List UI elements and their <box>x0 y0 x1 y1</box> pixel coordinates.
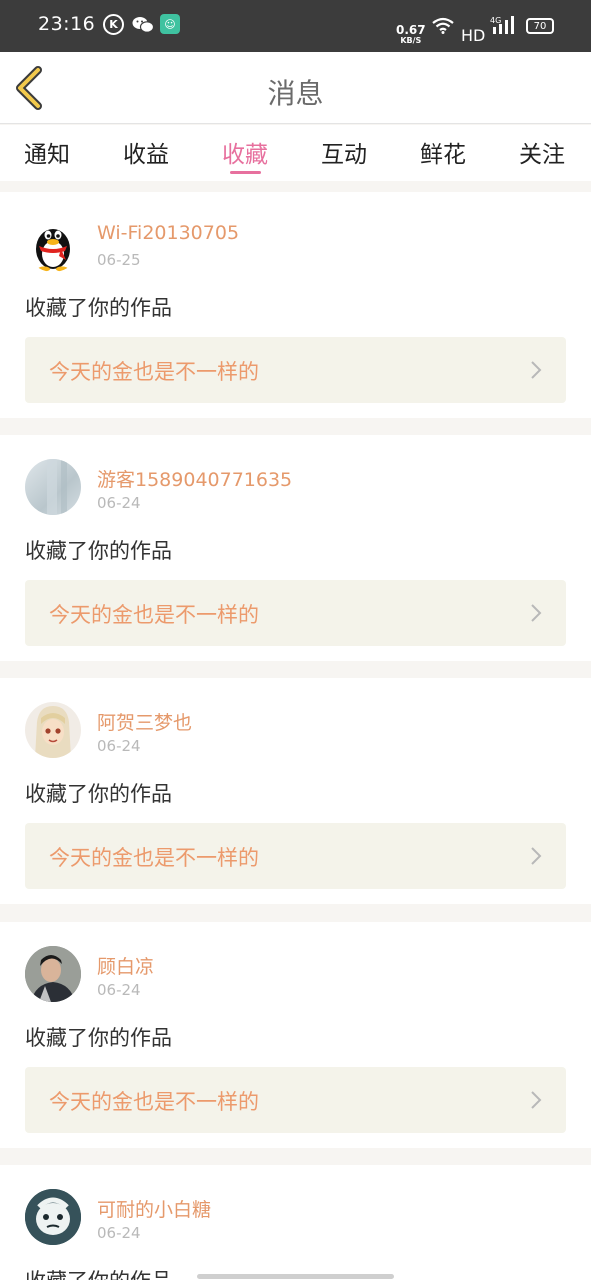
work-link[interactable]: 今天的金也是不一样的 <box>25 1067 566 1133</box>
avatar[interactable] <box>25 702 81 758</box>
tab-flowers[interactable]: 鲜花 <box>420 135 466 169</box>
chevron-right-icon <box>531 361 542 379</box>
work-link[interactable]: 今天的金也是不一样的 <box>25 823 566 889</box>
message-action: 收藏了你的作品 <box>25 1265 172 1280</box>
message-date: 06-24 <box>97 981 141 999</box>
status-bar: 23:16 K ☺ 0.67 KB/S HD 4G 70 <box>0 0 591 52</box>
page-title: 消息 <box>267 77 324 110</box>
chevron-right-icon <box>531 604 542 622</box>
work-title: 今天的金也是不一样的 <box>49 846 259 870</box>
message-date: 06-25 <box>97 251 141 269</box>
message-card: 游客1589040771635 06-24 收藏了你的作品 今天的金也是不一样的 <box>0 435 591 661</box>
avatar[interactable] <box>25 946 81 1002</box>
top-nav-bar: 消息 <box>0 52 591 124</box>
battery-icon: 70 <box>526 18 554 34</box>
chevron-right-icon <box>531 1091 542 1109</box>
chevron-right-icon <box>531 847 542 865</box>
message-card: 可耐的小白糖 06-24 收藏了你的作品 <box>0 1165 591 1280</box>
username[interactable]: 游客1589040771635 <box>97 465 292 492</box>
message-action: 收藏了你的作品 <box>25 1026 172 1050</box>
work-title: 今天的金也是不一样的 <box>49 1090 259 1114</box>
work-link[interactable]: 今天的金也是不一样的 <box>25 337 566 403</box>
network-speed-unit: KB/S <box>400 36 422 45</box>
message-action: 收藏了你的作品 <box>25 539 172 563</box>
status-time: 23:16 <box>38 13 96 35</box>
tab-interactions[interactable]: 互动 <box>321 135 367 169</box>
message-date: 06-24 <box>97 737 141 755</box>
active-tab-indicator <box>230 171 261 174</box>
hd-indicator: HD <box>461 26 486 45</box>
message-card: 顾白凉 06-24 收藏了你的作品 今天的金也是不一样的 <box>0 922 591 1148</box>
k-app-icon: K <box>103 14 124 35</box>
message-card: Wi-Fi20130705 06-25 收藏了你的作品 今天的金也是不一样的 <box>0 192 591 418</box>
username[interactable]: 阿贺三梦也 <box>97 708 192 735</box>
tab-notifications[interactable]: 通知 <box>24 135 70 169</box>
network-speed: 0.67 KB/S <box>396 23 426 45</box>
tab-bar: 通知 收益 收藏 互动 鲜花 关注 <box>0 125 591 181</box>
signal-4g-icon: 4G <box>490 14 518 36</box>
tab-favorites[interactable]: 收藏 <box>222 135 268 169</box>
tab-earnings[interactable]: 收益 <box>123 135 169 169</box>
message-action: 收藏了你的作品 <box>25 782 172 806</box>
wechat-icon <box>132 14 154 36</box>
tab-follows[interactable]: 关注 <box>519 135 565 169</box>
app-notification-icon: ☺ <box>160 14 180 34</box>
work-title: 今天的金也是不一样的 <box>49 360 259 384</box>
work-link[interactable]: 今天的金也是不一样的 <box>25 580 566 646</box>
username[interactable]: 顾白凉 <box>97 952 154 979</box>
avatar[interactable] <box>25 1189 81 1245</box>
message-date: 06-24 <box>97 1224 141 1242</box>
message-card: 阿贺三梦也 06-24 收藏了你的作品 今天的金也是不一样的 <box>0 678 591 904</box>
scroll-indicator <box>197 1274 394 1279</box>
wifi-icon <box>430 14 456 36</box>
work-title: 今天的金也是不一样的 <box>49 603 259 627</box>
network-speed-value: 0.67 <box>396 23 426 37</box>
message-action: 收藏了你的作品 <box>25 296 172 320</box>
avatar[interactable] <box>25 216 81 272</box>
username[interactable]: Wi-Fi20130705 <box>97 222 239 244</box>
username[interactable]: 可耐的小白糖 <box>97 1195 211 1222</box>
avatar[interactable] <box>25 459 81 515</box>
message-date: 06-24 <box>97 494 141 512</box>
svg-text:4G: 4G <box>490 16 501 25</box>
